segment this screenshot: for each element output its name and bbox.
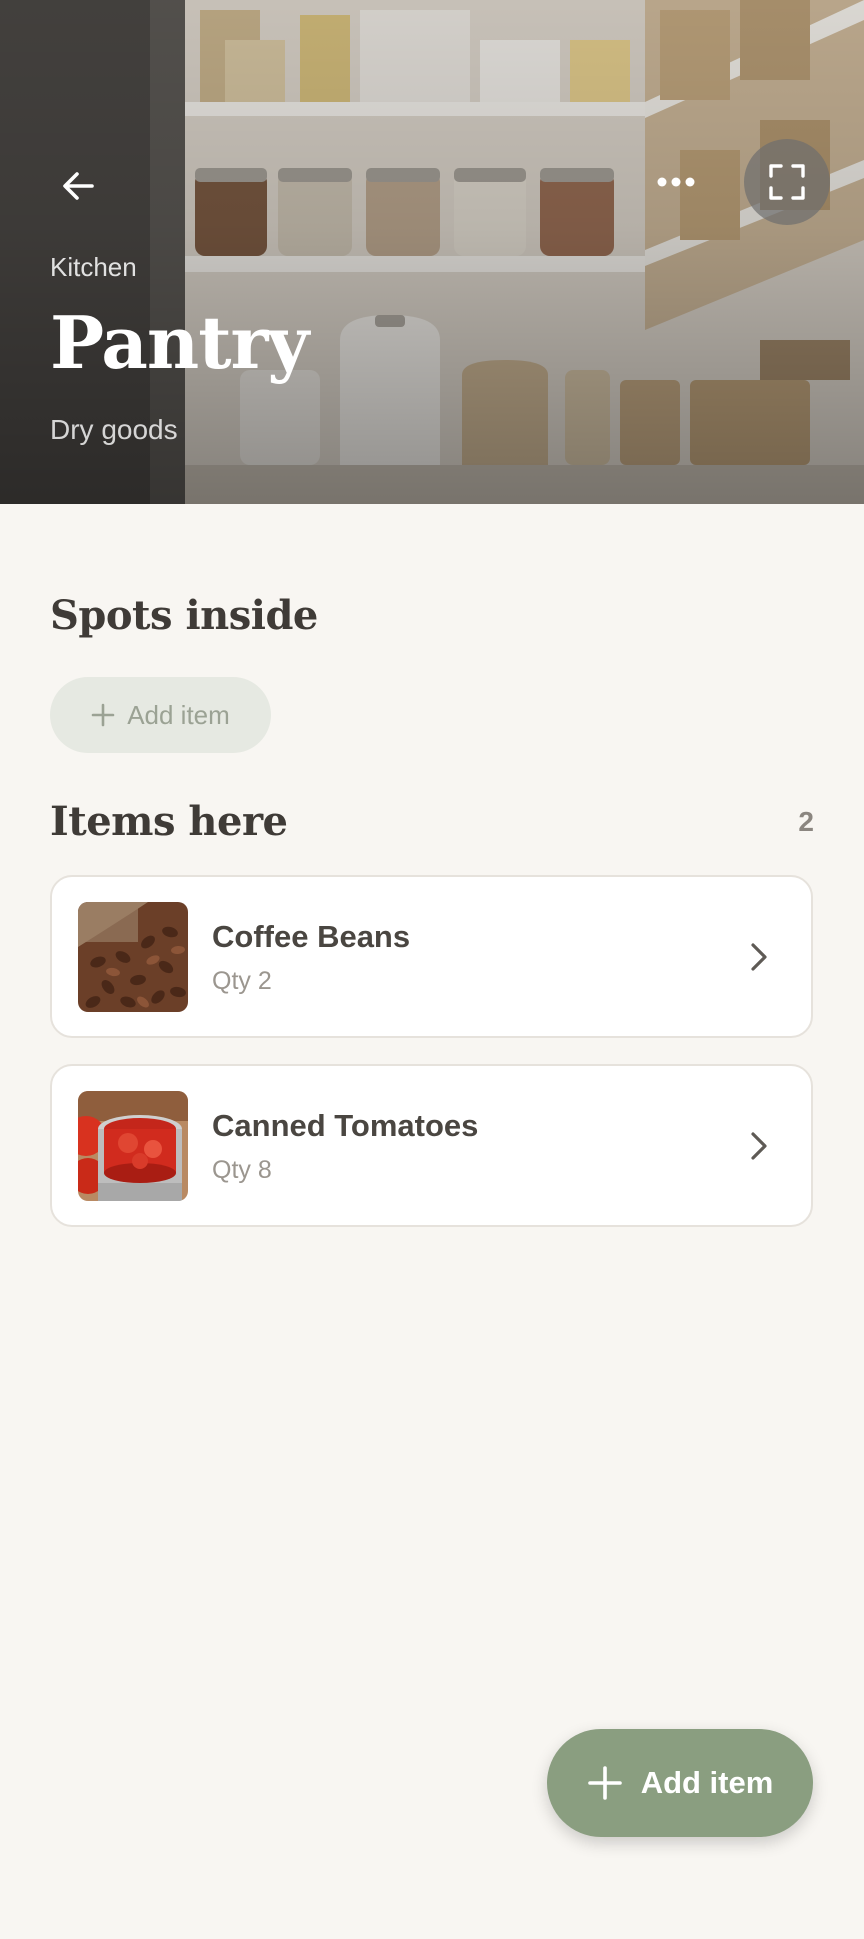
coffee-beans-photo [78,902,188,1012]
item-quantity: Qty 8 [212,1156,272,1184]
items-count-badge: 2 [798,806,814,837]
add-spot-button[interactable]: Add item [50,677,271,753]
item-card-canned-tomatoes[interactable]: Canned Tomatoes Qty 8 [50,1064,813,1227]
expand-icon [769,164,805,200]
page-subtitle: Dry goods [50,414,178,445]
hero-header: Kitchen Pantry Dry goods [0,0,864,504]
chevron-right-icon [741,939,777,975]
spots-section-title: Spots inside [50,592,318,639]
plus-icon [91,703,115,727]
more-options-button[interactable] [642,148,710,216]
item-name: Coffee Beans [212,919,411,954]
arrow-left-icon [63,172,94,200]
item-name: Canned Tomatoes [212,1108,479,1143]
item-thumbnail [78,1091,188,1201]
chevron-right-icon [741,1128,777,1164]
items-section-title: Items here [50,798,288,845]
expand-photo-button[interactable] [744,139,830,225]
item-quantity: Qty 2 [212,967,272,995]
page-title: Pantry [50,300,309,385]
plus-icon [587,1766,622,1800]
back-button[interactable] [44,152,112,220]
item-thumbnail [78,902,188,1012]
canned-tomatoes-photo [78,1091,188,1201]
add-item-fab-label: Add item [640,1765,774,1800]
item-card-coffee-beans[interactable]: Coffee Beans Qty 2 [50,875,813,1038]
location-context: Kitchen [50,252,137,282]
add-spot-label: Add item [127,699,230,730]
more-horizontal-icon [657,177,695,187]
add-item-fab[interactable]: Add item [547,1729,813,1837]
